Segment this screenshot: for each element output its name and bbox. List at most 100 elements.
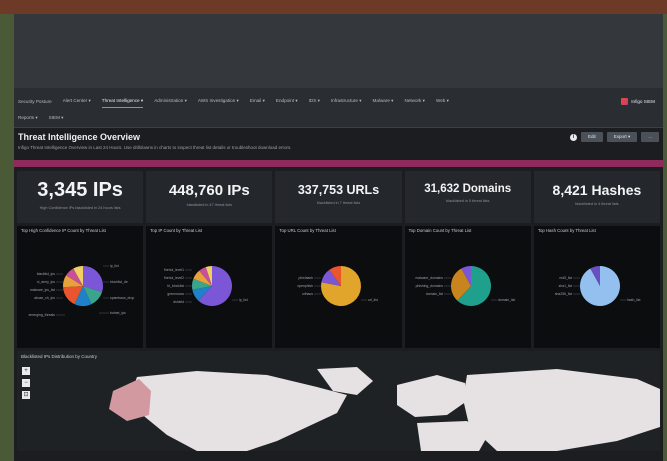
kpi-value: 31,632 Domains <box>424 183 512 196</box>
brand-name: Infigo SIEM <box>631 98 655 104</box>
kpi-label: High Confidence IPs blacklisted in 24 ho… <box>39 206 121 210</box>
slice-label: ip_list <box>110 264 119 268</box>
pie-chart[interactable]: phishtank openphish urlhaus url_list <box>275 242 401 346</box>
kpi-value: 337,753 URLs <box>297 182 380 197</box>
slice-label: ip_list <box>239 298 248 302</box>
kpi-card[interactable]: 448,760 IPs blacklisted in 47 threat list… <box>146 171 273 223</box>
slice-label: malware_ips_list <box>30 288 55 292</box>
slice-label: greensnow <box>168 292 185 296</box>
chart-title: Top URL Count by Threat List <box>279 228 336 233</box>
kpi-row: 3,345 IPs High Confidence IPs blacklisted… <box>14 171 663 223</box>
map-north-america[interactable] <box>129 371 347 451</box>
slice-label: urlhaus <box>302 292 313 296</box>
monitor-bezel-top <box>0 0 667 14</box>
slice-label: openphish <box>298 284 314 288</box>
page-title: Threat Intelligence Overview <box>18 132 141 142</box>
slice-label: phishing_domains <box>415 284 443 288</box>
more-actions-button[interactable]: ... <box>641 132 659 142</box>
nav-item-email[interactable]: Email ▾ <box>250 98 265 104</box>
kpi-card[interactable]: 3,345 IPs High Confidence IPs blacklisted… <box>17 171 144 223</box>
slice-label: malware_domains <box>415 276 443 280</box>
map-title: Blacklisted IPs Distribution by Country <box>21 354 98 359</box>
app-nav-bar: Security Posture Alert Center ▾ Threat Int… <box>14 88 663 128</box>
map-alaska[interactable] <box>109 379 151 421</box>
nav-row-secondary: Reports ▾ SIEM ▾ <box>18 111 659 125</box>
kpi-value: 8,421 Hashes <box>552 182 642 198</box>
nav-item-endpoint[interactable]: Endpoint ▾ <box>276 98 298 104</box>
slice-label: abuse_ch_ips <box>34 296 55 300</box>
nav-item-siem[interactable]: SIEM ▾ <box>49 115 64 121</box>
kpi-card[interactable]: 8,421 Hashes blacklisted in 4 threat list… <box>533 171 661 223</box>
map-asia[interactable] <box>463 369 660 451</box>
slice-label: ci_army_ips <box>37 280 55 284</box>
slice-label: spamhaus_drop <box>110 296 134 300</box>
nav-item-web[interactable]: Web ▾ <box>436 98 449 104</box>
kpi-label: blacklisted in 4 threat lists <box>575 202 619 206</box>
kpi-label: blacklisted in 5 threat lists <box>446 199 490 204</box>
slice-label: domain_list <box>425 292 442 296</box>
pie-chart-panel: Top Domain Count by Threat List malware_d… <box>404 226 531 348</box>
accent-bar <box>14 160 663 167</box>
slice-label: emerging_threats <box>29 313 56 317</box>
brand-logo-icon <box>621 97 629 105</box>
edit-button[interactable]: Edit <box>580 132 603 142</box>
kpi-card[interactable]: 337,753 URLs blacklisted in 7 threat list… <box>275 171 402 223</box>
slice-label: phishtank <box>299 276 314 280</box>
slice-label: firehol_level2 <box>164 276 184 280</box>
world-map[interactable] <box>17 365 660 451</box>
slice-label: domain_list <box>498 298 515 302</box>
slice-label: md5_list <box>559 276 572 280</box>
pie-chart-panel: Top High Confidence IP Count by Threat L… <box>17 226 144 348</box>
map-panel: Blacklisted IPs Distribution by Country … <box>17 351 660 451</box>
kpi-label: blacklisted in 47 threat lists <box>186 202 232 207</box>
slice-label: blocklist_de <box>110 280 128 284</box>
chart-title: Top IP Count by Threat List <box>150 228 203 233</box>
dashboard-header: Threat Intelligence Overview Infigo Thre… <box>14 128 663 160</box>
nav-item-malware[interactable]: Malware ▾ <box>373 98 394 104</box>
kpi-label: blacklisted in 7 threat lists <box>316 200 361 205</box>
slice-label: blacklist_ips <box>37 272 56 276</box>
monitor-bezel-right <box>663 14 667 461</box>
browser-chrome-area <box>14 14 663 88</box>
slice-label: hash_list <box>627 298 640 302</box>
export-button[interactable]: Export ▾ <box>606 132 638 142</box>
slice-label: dshield <box>173 300 184 304</box>
chart-title: Top High Confidence IP Count by Threat L… <box>21 228 106 233</box>
slice-label: botnet_ips <box>110 311 126 315</box>
nav-item-aws-investigation[interactable]: AWS Investigation ▾ <box>198 98 239 104</box>
nav-row-primary: Security Posture Alert Center ▾ Threat Int… <box>18 94 659 108</box>
nav-item-administration[interactable]: Administration ▾ <box>154 98 187 104</box>
brand[interactable]: Infigo SIEM <box>621 97 659 105</box>
nav-item-infrastructure[interactable]: Infrastructure ▾ <box>331 98 362 104</box>
map-europe[interactable] <box>397 375 467 417</box>
monitor-bezel-left <box>0 14 14 461</box>
kpi-card[interactable]: 31,632 Domains blacklisted in 5 threat li… <box>404 171 531 223</box>
nav-item-alert-center[interactable]: Alert Center ▾ <box>63 98 91 104</box>
slice-label: sha1_list <box>558 284 571 288</box>
nav-item-threat-intelligence[interactable]: Threat Intelligence ▾ <box>101 98 144 108</box>
pie-chart[interactable]: firehol_level1 firehol_level2 bl_blocklist… <box>146 242 272 346</box>
slice-label: bl_blocklist <box>168 284 185 288</box>
nav-item-network[interactable]: Network ▾ <box>405 98 425 104</box>
page-subtitle: Infigo Threat Intelligence Overview in L… <box>18 145 292 150</box>
pie-chart[interactable]: malware_domains phishing_domains domain_li… <box>405 242 531 346</box>
charts-row: Top High Confidence IP Count by Threat L… <box>14 223 663 348</box>
dashboard-screen: Security Posture Alert Center ▾ Threat Int… <box>14 14 663 461</box>
nav-item-reports[interactable]: Reports ▾ <box>18 115 38 121</box>
chart-title: Top Hash Count by Threat List <box>537 228 596 233</box>
kpi-value: 3,345 IPs <box>37 179 123 201</box>
slice-label: sha256_list <box>555 292 572 296</box>
pie-chart-panel: Top Hash Count by Threat List md5_listsha… <box>533 226 661 348</box>
header-actions: i Edit Export ▾ ... <box>569 132 659 142</box>
nav-item-security-posture[interactable]: Security Posture <box>18 99 52 104</box>
nav-item-ids[interactable]: IDS ▾ <box>309 98 320 104</box>
chart-title: Top Domain Count by Threat List <box>408 228 472 233</box>
slice-label: firehol_level1 <box>164 268 184 272</box>
slice-label: url_list <box>368 298 378 302</box>
pie-chart-panel: Top IP Count by Threat List firehol_level… <box>146 226 273 348</box>
pie-chart[interactable]: md5_list sha1_list sha256_list hash_list <box>534 242 660 346</box>
pie-chart-panel: Top URL Count by Threat List phishtank ope… <box>275 226 402 348</box>
kpi-value: 448,760 IPs <box>168 181 250 199</box>
info-icon[interactable]: i <box>569 133 577 141</box>
pie-chart[interactable]: blacklist_ips ci_army_ips malware_ips_list… <box>17 242 143 346</box>
